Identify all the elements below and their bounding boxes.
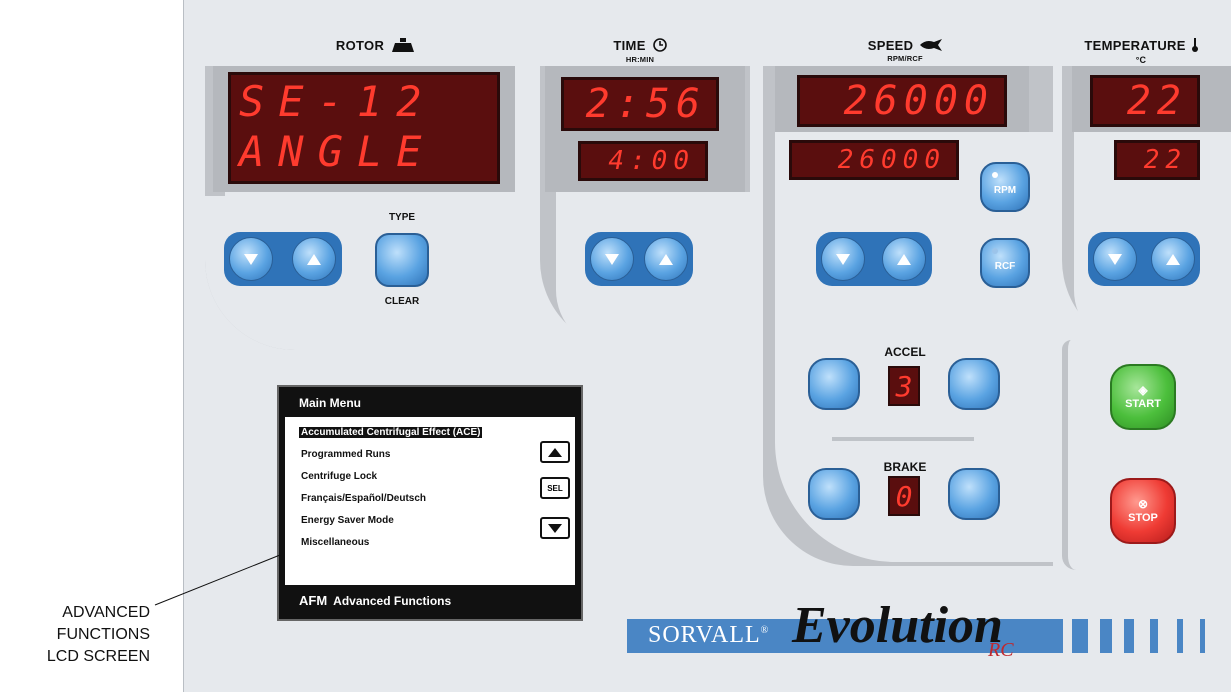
lcd-screen: Accumulated Centrifugal Effect (ACE) Pro… — [285, 417, 575, 585]
menu-item-languages[interactable]: Français/Español/Deutsch — [301, 493, 426, 504]
menu-item-miscellaneous[interactable]: Miscellaneous — [301, 537, 369, 548]
start-button[interactable]: ◈ START — [1110, 364, 1176, 430]
control-swoosh — [1062, 340, 1076, 570]
time-title: TIME — [613, 38, 646, 53]
callout-line: ADVANCED — [62, 604, 150, 621]
lcd-title: Main Menu — [299, 396, 361, 410]
temperature-actual-display: 22 — [1090, 75, 1200, 127]
menu-item-energy-saver[interactable]: Energy Saver Mode — [301, 515, 394, 526]
rpm-indicator-icon — [992, 172, 998, 178]
divider — [832, 437, 974, 441]
chevron-down-icon — [605, 253, 619, 265]
chevron-down-icon — [836, 253, 850, 265]
speed-actual-display: 26000 — [797, 75, 1007, 127]
rcf-label: RCF — [994, 260, 1016, 272]
brake-label: BRAKE — [883, 460, 927, 474]
brand-logo: SORVALL® — [648, 622, 769, 649]
time-header: TIME HR:MIN — [590, 38, 690, 64]
speed-unit: RPM/RCF — [887, 54, 923, 64]
stop-button[interactable]: ⊗ STOP — [1110, 478, 1176, 544]
speed-down-button[interactable] — [821, 237, 865, 281]
rpm-label: RPM — [993, 184, 1017, 196]
chevron-up-icon — [897, 253, 911, 265]
menu-item-ace[interactable]: Accumulated Centrifugal Effect (ACE) — [299, 427, 483, 438]
brand-stripe — [1072, 619, 1088, 653]
speed-set-display: 26000 — [789, 140, 959, 180]
time-up-button[interactable] — [644, 237, 688, 281]
chevron-up-icon — [307, 253, 321, 265]
brand-stripe — [1100, 619, 1112, 653]
brake-decrease-button[interactable] — [808, 468, 860, 520]
chevron-up-icon — [659, 253, 673, 265]
rotor-name: SE-12 — [239, 77, 436, 126]
callout-leader-line — [154, 554, 281, 606]
clear-label: CLEAR — [384, 296, 420, 307]
accel-increase-button[interactable] — [948, 358, 1000, 410]
chevron-down-icon — [244, 253, 258, 265]
rcf-indicator-icon — [992, 248, 998, 254]
triangle-up-icon — [548, 447, 562, 457]
type-label: TYPE — [388, 212, 416, 223]
menu-item-centrifuge-lock[interactable]: Centrifuge Lock — [301, 471, 377, 482]
brand-registered-mark: ® — [760, 625, 770, 636]
lcd-up-button[interactable] — [540, 441, 570, 463]
lcd-select-button[interactable]: SEL — [540, 477, 570, 499]
rcf-button[interactable]: RCF — [980, 238, 1030, 288]
chevron-down-icon — [1108, 253, 1122, 265]
brand-name: SORVALL — [648, 622, 761, 648]
temperature-title: TEMPERATURE — [1084, 38, 1186, 53]
time-set-display: 4:00 — [578, 141, 708, 181]
temperature-set-display: 22 — [1114, 140, 1200, 180]
temperature-unit: °C — [1135, 55, 1147, 66]
menu-item-programmed-runs[interactable]: Programmed Runs — [301, 449, 390, 460]
advanced-functions-lcd: Main Menu Accumulated Centrifugal Effect… — [277, 385, 583, 621]
callout-line: LCD SCREEN — [46, 648, 150, 665]
rpm-button[interactable]: RPM — [980, 162, 1030, 212]
time-down-button[interactable] — [590, 237, 634, 281]
rotor-type-display: ANGLE — [239, 127, 436, 176]
rotor-spin-icon — [920, 39, 943, 54]
rotor-icon — [392, 38, 415, 55]
chevron-up-icon — [1166, 253, 1180, 265]
stop-icon: ⊗ — [1137, 497, 1149, 511]
clock-icon — [652, 38, 667, 55]
brand-stripe — [1200, 619, 1205, 653]
start-label: START — [1125, 398, 1161, 410]
speed-up-button[interactable] — [882, 237, 926, 281]
triangle-down-icon — [548, 523, 562, 533]
accel-label: ACCEL — [884, 345, 926, 359]
rotor-down-button[interactable] — [229, 237, 273, 281]
temperature-header: TEMPERATURE °C — [1076, 38, 1206, 65]
rotor-up-button[interactable] — [292, 237, 336, 281]
accel-display: 3 — [888, 366, 920, 406]
temperature-down-button[interactable] — [1093, 237, 1137, 281]
brand-stripe — [1124, 619, 1134, 653]
callout-line: FUNCTIONS — [56, 626, 150, 643]
time-actual-display: 2:56 — [561, 77, 719, 131]
brand-suffix: RC — [988, 639, 1014, 661]
brake-display: 0 — [888, 476, 920, 516]
speed-header: SPEED RPM/RCF — [845, 38, 965, 63]
brand-model: Evolution — [792, 597, 1003, 654]
lcd-footer-text: Advanced Functions — [333, 594, 452, 608]
stop-label: STOP — [1128, 512, 1158, 524]
rotor-display: SE-12 ANGLE — [228, 72, 500, 184]
rotor-title: ROTOR — [335, 38, 385, 53]
lcd-footer: AFM Advanced Functions — [299, 593, 451, 608]
afm-badge: AFM — [299, 593, 328, 608]
time-unit: HR:MIN — [625, 55, 655, 65]
thermometer-icon — [1191, 38, 1198, 55]
type-clear-button[interactable] — [375, 233, 429, 287]
rotor-header: ROTOR — [315, 38, 435, 55]
speed-title: SPEED — [867, 38, 914, 53]
brand-stripe — [1150, 619, 1158, 653]
callout-label: ADVANCED FUNCTIONS LCD SCREEN — [10, 602, 150, 668]
brand-stripe — [1177, 619, 1183, 653]
lcd-down-button[interactable] — [540, 517, 570, 539]
start-icon: ◈ — [1138, 383, 1148, 397]
temperature-up-button[interactable] — [1151, 237, 1195, 281]
brake-increase-button[interactable] — [948, 468, 1000, 520]
accel-decrease-button[interactable] — [808, 358, 860, 410]
